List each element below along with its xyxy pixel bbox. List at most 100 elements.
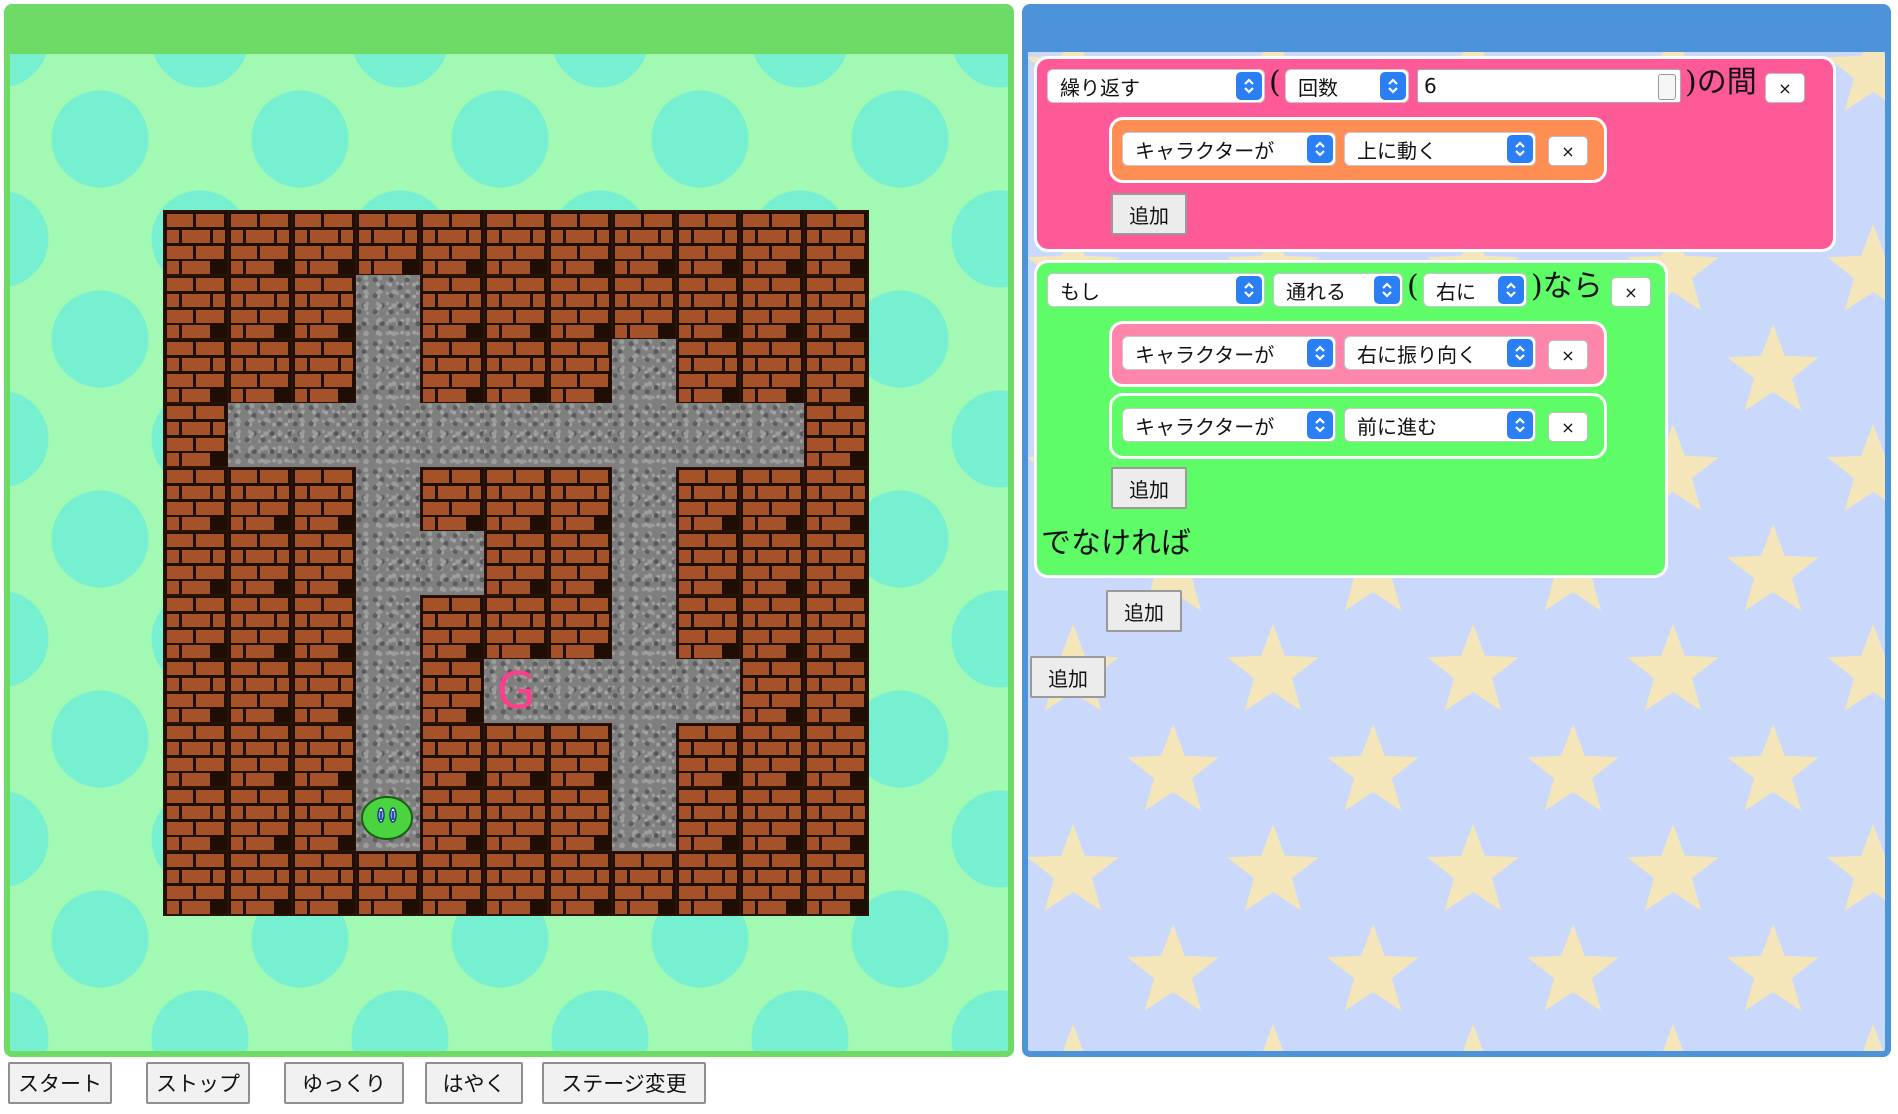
maze-wall-cell [612, 211, 676, 275]
subject-select[interactable]: キャラクターが [1122, 336, 1336, 370]
maze-path-cell [548, 659, 612, 723]
chevron-updown-icon [1307, 411, 1333, 439]
spinner-icon[interactable] [1658, 74, 1676, 100]
action-close-button[interactable]: × [1548, 340, 1588, 370]
open-paren-label: ( [1407, 269, 1419, 304]
star-decoration [1627, 824, 1719, 911]
repeat-close-button[interactable]: × [1765, 73, 1805, 103]
star-decoration [1862, 1024, 1884, 1051]
maze-wall-cell [548, 531, 612, 595]
maze-path-cell [356, 595, 420, 659]
else-add-button[interactable]: 追加 [1106, 590, 1182, 632]
maze-wall-cell [740, 339, 804, 403]
if-type-select[interactable]: もし [1047, 273, 1265, 307]
star-decoration [1827, 824, 1885, 911]
maze-wall-cell [356, 851, 420, 915]
star-decoration [1727, 924, 1819, 1011]
action-close-button[interactable]: × [1548, 412, 1588, 442]
stop-button[interactable]: ストップ [146, 1062, 250, 1104]
maze-path-cell [356, 659, 420, 723]
maze-wall-cell [164, 467, 228, 531]
star-decoration [1127, 724, 1219, 811]
subject-select[interactable]: キャラクターが [1122, 132, 1336, 166]
star-decoration [1627, 624, 1719, 711]
maze-wall-cell [228, 467, 292, 531]
maze-path-cell [740, 403, 804, 467]
maze-wall-cell [292, 275, 356, 339]
subject-value: キャラクターが [1135, 414, 1275, 439]
repeat-mode-select[interactable]: 回数 [1285, 69, 1409, 103]
if-suffix-label: )なら [1531, 269, 1603, 304]
maze-wall-cell [548, 595, 612, 659]
maze-wall-cell [292, 339, 356, 403]
maze-wall-cell [804, 851, 868, 915]
maze-path-cell [356, 787, 420, 851]
start-button[interactable]: スタート [8, 1062, 112, 1104]
repeat-add-button[interactable]: 追加 [1111, 193, 1187, 235]
maze-path-cell [676, 403, 740, 467]
maze-wall-cell [676, 595, 740, 659]
maze-wall-cell [676, 275, 740, 339]
action-select[interactable]: 右に振り向く [1344, 336, 1536, 370]
repeat-type-select[interactable]: 繰り返す [1047, 69, 1265, 103]
action-select[interactable]: 前に進む [1344, 408, 1536, 442]
maze-wall-cell [164, 403, 228, 467]
maze-wall-cell [804, 787, 868, 851]
maze-wall-cell [548, 467, 612, 531]
maze-wall-cell [164, 275, 228, 339]
maze-wall-cell [292, 531, 356, 595]
maze-path-cell [420, 531, 484, 595]
maze-wall-cell [612, 275, 676, 339]
goal-marker: G [496, 662, 536, 720]
code-panel: 繰り返す ( 回数 6 )の間 × キャラクターが 上に動く × 追加 もし 通… [1022, 4, 1891, 1057]
maze-wall-cell [740, 659, 804, 723]
chevron-updown-icon [1307, 339, 1333, 367]
star-decoration [1427, 624, 1519, 711]
maze-path-cell [612, 339, 676, 403]
action-close-button[interactable]: × [1548, 136, 1588, 166]
maze-wall-cell [548, 723, 612, 787]
maze-path-cell [420, 403, 484, 467]
then-add-button[interactable]: 追加 [1111, 467, 1187, 509]
maze-wall-cell [228, 659, 292, 723]
maze-path-cell [612, 595, 676, 659]
star-decoration [1227, 624, 1319, 711]
star-decoration [1827, 424, 1885, 511]
maze-wall-cell [804, 211, 868, 275]
maze-wall-cell [420, 787, 484, 851]
maze-wall-cell [228, 851, 292, 915]
slow-button[interactable]: ゆっくり [284, 1062, 404, 1104]
maze-wall-cell [676, 787, 740, 851]
maze-wall-cell [228, 531, 292, 595]
maze-wall-cell [420, 723, 484, 787]
stage-change-button[interactable]: ステージ変更 [542, 1062, 706, 1104]
star-decoration [1727, 524, 1819, 611]
maze-wall-cell [420, 467, 484, 531]
star-decoration [1227, 824, 1319, 911]
maze-wall-cell [420, 659, 484, 723]
repeat-count-input[interactable]: 6 [1417, 69, 1681, 103]
repeat-mode-value: 回数 [1298, 75, 1338, 100]
maze-wall-cell [228, 211, 292, 275]
fast-button[interactable]: はやく [425, 1062, 523, 1104]
action-select[interactable]: 上に動く [1344, 132, 1536, 166]
game-panel: G [4, 4, 1014, 1057]
subject-select[interactable]: キャラクターが [1122, 408, 1336, 442]
maze-wall-cell [484, 595, 548, 659]
maze-wall-cell [164, 851, 228, 915]
if-close-button[interactable]: × [1611, 277, 1651, 307]
maze-wall-cell [804, 467, 868, 531]
maze-wall-cell [484, 723, 548, 787]
chevron-updown-icon [1307, 135, 1333, 163]
maze-wall-cell [612, 851, 676, 915]
condition-select[interactable]: 通れる [1273, 273, 1403, 307]
maze-wall-cell [228, 595, 292, 659]
direction-select[interactable]: 右に [1423, 273, 1527, 307]
then-action-block: キャラクターが 前に進む × [1109, 393, 1607, 459]
maze-wall-cell [292, 787, 356, 851]
maze-path-cell [356, 339, 420, 403]
chevron-updown-icon [1498, 276, 1524, 304]
root-add-button[interactable]: 追加 [1030, 656, 1106, 698]
maze-path-cell [548, 403, 612, 467]
maze-board: G [163, 210, 869, 916]
